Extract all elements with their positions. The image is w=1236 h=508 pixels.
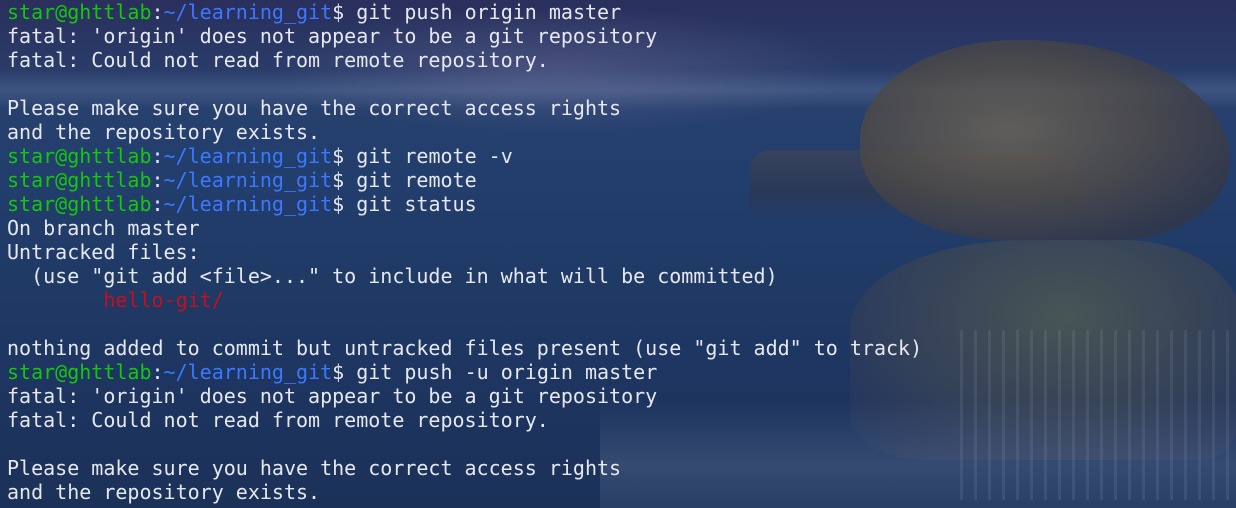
- output-row: fatal: Could not read from remote reposi…: [7, 408, 922, 432]
- output-line: Please make sure you have the correct ac…: [7, 456, 622, 480]
- prompt-dollar: $: [332, 360, 345, 384]
- output-line: fatal: 'origin' does not appear to be a …: [7, 24, 658, 48]
- command-text: git push -u origin master: [344, 360, 658, 384]
- output-row: On branch master: [7, 216, 922, 240]
- output-line: nothing added to commit but untracked fi…: [7, 336, 923, 360]
- prompt-separator: :: [151, 360, 164, 384]
- output-line: fatal: Could not read from remote reposi…: [7, 408, 549, 432]
- output-row: and the repository exists.: [7, 480, 922, 504]
- output-line: (use "git add <file>..." to include in w…: [7, 264, 778, 288]
- prompt-separator: :: [151, 168, 164, 192]
- output-line: Untracked files:: [7, 240, 200, 264]
- prompt-dollar: $: [332, 192, 345, 216]
- output-row: [7, 432, 922, 456]
- prompt-line: star@ghttlab:~/learning_git$ git push or…: [7, 0, 922, 24]
- output-row: [7, 72, 922, 96]
- prompt-dollar: $: [332, 168, 345, 192]
- output-row: [7, 312, 922, 336]
- output-line: and the repository exists.: [7, 480, 321, 504]
- terminal-window[interactable]: star@ghttlab:~/learning_git$ git push or…: [0, 0, 1236, 508]
- prompt-path: ~/learning_git: [163, 360, 333, 384]
- prompt-dollar: $: [332, 0, 345, 24]
- prompt-dollar: $: [332, 144, 345, 168]
- output-line: and the repository exists.: [7, 120, 321, 144]
- prompt-user-host: star@ghttlab: [7, 0, 152, 24]
- command-text: git push origin master: [344, 0, 622, 24]
- prompt-path: ~/learning_git: [163, 168, 333, 192]
- prompt-separator: :: [151, 0, 164, 24]
- command-text: git remote: [344, 168, 477, 192]
- command-text: git remote -v: [344, 144, 513, 168]
- prompt-user-host: star@ghttlab: [7, 168, 152, 192]
- prompt-path: ~/learning_git: [163, 144, 333, 168]
- command-text: git status: [344, 192, 477, 216]
- prompt-path: ~/learning_git: [163, 192, 333, 216]
- prompt-separator: :: [151, 192, 164, 216]
- output-row: hello-git/: [7, 288, 922, 312]
- output-row: Untracked files:: [7, 240, 922, 264]
- output-row: (use "git add <file>..." to include in w…: [7, 264, 922, 288]
- output-line: fatal: 'origin' does not appear to be a …: [7, 384, 658, 408]
- output-row: fatal: Could not read from remote reposi…: [7, 48, 922, 72]
- prompt-user-host: star@ghttlab: [7, 192, 152, 216]
- output-row: and the repository exists.: [7, 120, 922, 144]
- prompt-line: star@ghttlab:~/learning_git$ git push -u…: [7, 360, 922, 384]
- output-line: On branch master: [7, 216, 200, 240]
- terminal-output[interactable]: star@ghttlab:~/learning_git$ git push or…: [7, 0, 922, 504]
- prompt-line: star@ghttlab:~/learning_git$ git remote: [7, 168, 922, 192]
- output-row: Please make sure you have the correct ac…: [7, 456, 922, 480]
- output-row: fatal: 'origin' does not appear to be a …: [7, 384, 922, 408]
- prompt-user-host: star@ghttlab: [7, 360, 152, 384]
- output-line: Please make sure you have the correct ac…: [7, 96, 622, 120]
- prompt-line: star@ghttlab:~/learning_git$ git status: [7, 192, 922, 216]
- prompt-user-host: star@ghttlab: [7, 144, 152, 168]
- prompt-path: ~/learning_git: [163, 0, 333, 24]
- prompt-line: star@ghttlab:~/learning_git$ git remote …: [7, 144, 922, 168]
- output-row: Please make sure you have the correct ac…: [7, 96, 922, 120]
- untracked-file: hello-git/: [7, 288, 224, 312]
- output-line: fatal: Could not read from remote reposi…: [7, 48, 549, 72]
- prompt-separator: :: [151, 144, 164, 168]
- output-row: nothing added to commit but untracked fi…: [7, 336, 922, 360]
- output-row: fatal: 'origin' does not appear to be a …: [7, 24, 922, 48]
